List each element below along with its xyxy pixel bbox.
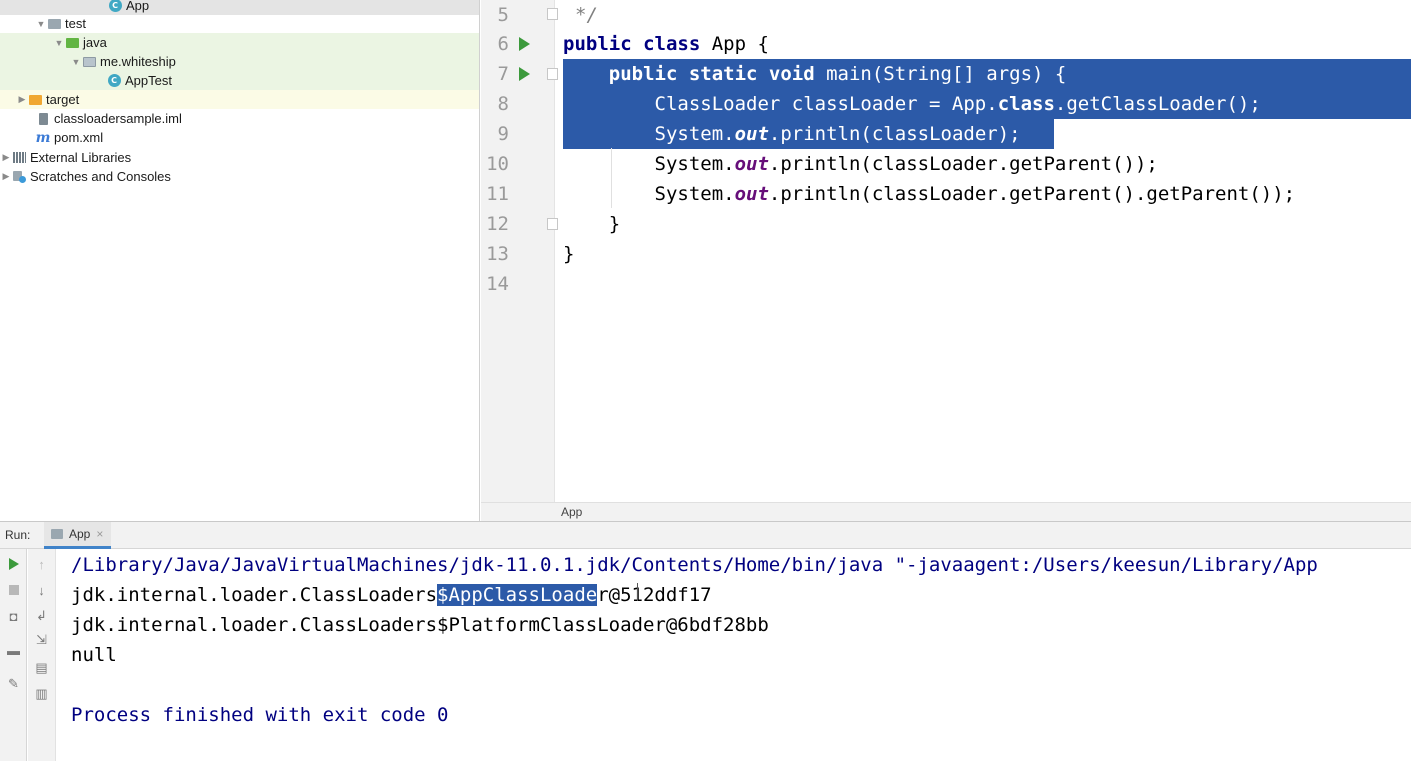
line-number: 12 — [486, 213, 509, 235]
editor-breadcrumb[interactable]: App — [481, 502, 1411, 521]
text-cursor — [637, 583, 639, 601]
trash-icon: ▥ — [35, 686, 48, 701]
console-line: Process finished with exit code 0 — [71, 704, 449, 726]
tree-item-app[interactable]: C App — [0, 0, 479, 15]
chevron-right-icon[interactable]: ▶ — [16, 94, 28, 105]
rerun-button[interactable] — [0, 552, 27, 576]
package-icon — [82, 56, 96, 68]
pin-tab-button[interactable]: ✎ — [0, 672, 27, 696]
iml-file-icon — [36, 112, 50, 125]
line-number: 6 — [497, 33, 509, 55]
line-number: 7 — [497, 63, 509, 85]
scratches-icon — [12, 170, 26, 183]
console-line: jdk.internal.loader.ClassLoaders$Platfor… — [71, 614, 769, 636]
tree-item-me-whiteship[interactable]: ▼ me.whiteship — [0, 52, 479, 71]
console-line: null — [71, 644, 117, 666]
code-line-12: } — [563, 213, 621, 235]
java-class-icon: C — [107, 74, 121, 87]
code-line-5: */ — [575, 4, 598, 26]
run-config-icon — [51, 528, 63, 539]
scroll-to-end-icon: ⇲ — [36, 632, 47, 647]
scroll-down-button[interactable]: ↓ — [28, 578, 55, 602]
fold-marker-icon[interactable] — [547, 8, 558, 20]
code-line-10: System.out.println(classLoader.getParent… — [563, 153, 1158, 175]
console-toolbar: ↑ ↓ ↲ ⇲ ▤ ▥ — [28, 549, 56, 761]
tree-item-pom[interactable]: m pom.xml — [0, 128, 479, 147]
chevron-down-icon[interactable]: ▼ — [35, 19, 47, 29]
stop-button[interactable] — [0, 578, 27, 602]
java-class-icon: C — [108, 0, 122, 12]
stop-icon — [8, 585, 19, 595]
run-tab-app[interactable]: App × — [44, 521, 112, 549]
print-icon: ▤ — [35, 660, 48, 675]
line-number: 14 — [486, 273, 509, 295]
project-tree: C App ▼ test ▼ java ▼ me.whiteship C App… — [0, 0, 480, 521]
line-number: 11 — [486, 183, 509, 205]
print-button[interactable]: ▤ — [28, 656, 55, 680]
chevron-down-icon[interactable]: ▼ — [70, 57, 82, 67]
code-line-6: public class App { — [563, 33, 769, 55]
console-output[interactable]: /Library/Java/JavaVirtualMachines/jdk-11… — [57, 549, 1411, 761]
excluded-folder-icon — [28, 94, 42, 106]
line-number: 13 — [486, 243, 509, 265]
chevron-right-icon[interactable]: ▶ — [0, 152, 12, 163]
tree-item-scratches[interactable]: ▶ Scratches and Consoles — [0, 167, 479, 186]
tree-item-apptest[interactable]: C AppTest — [0, 71, 479, 90]
line-number: 8 — [497, 93, 509, 115]
line-number: 10 — [486, 153, 509, 175]
tree-item-target[interactable]: ▶ target — [0, 90, 479, 109]
run-panel-label: Run: — [5, 528, 31, 542]
console-line: jdk.internal.loader.ClassLoaders$AppClas… — [71, 584, 712, 606]
test-source-folder-icon — [65, 37, 79, 49]
run-toolbar: ◘ ▬ ✎ — [0, 549, 27, 761]
close-icon[interactable]: × — [96, 527, 103, 541]
arrow-down-icon: ↓ — [38, 582, 45, 598]
play-icon — [8, 558, 19, 570]
code-line-9: System.out.println(classLoader); — [563, 123, 1021, 145]
maven-icon: m — [35, 129, 51, 146]
folder-icon — [47, 18, 61, 30]
code-editor[interactable]: 5 6 7 8 9 10 11 12 13 14 */ public class… — [481, 0, 1411, 502]
dump-threads-button[interactable]: ◘ — [0, 604, 27, 628]
scroll-up-button[interactable]: ↑ — [28, 552, 55, 576]
editor-gutter: 5 6 7 8 9 10 11 12 13 14 — [481, 0, 558, 502]
code-line-8: ClassLoader classLoader = App.class.getC… — [563, 93, 1261, 115]
console-line: /Library/Java/JavaVirtualMachines/jdk-11… — [71, 554, 1318, 576]
tree-item-external-libraries[interactable]: ▶ External Libraries — [0, 148, 479, 167]
restore-layout-button[interactable]: ▬ — [0, 638, 27, 662]
chevron-right-icon[interactable]: ▶ — [0, 171, 12, 182]
run-class-icon[interactable] — [519, 37, 530, 51]
tree-item-test[interactable]: ▼ test — [0, 14, 479, 33]
libraries-icon — [12, 152, 26, 164]
line-number: 9 — [497, 123, 509, 145]
soft-wrap-button[interactable]: ↲ — [28, 604, 55, 628]
scroll-to-end-button[interactable]: ⇲ — [28, 628, 55, 652]
code-line-7: public static void main(String[] args) { — [608, 63, 1067, 85]
code-line-13: } — [563, 243, 575, 265]
layout-icon: ▬ — [7, 642, 20, 658]
line-number: 5 — [497, 4, 509, 26]
chevron-down-icon[interactable]: ▼ — [53, 38, 65, 48]
camera-icon: ◘ — [9, 608, 18, 624]
arrow-up-icon: ↑ — [38, 556, 45, 572]
tree-item-java[interactable]: ▼ java — [0, 33, 479, 52]
fold-marker-icon[interactable] — [547, 68, 558, 80]
tree-item-iml[interactable]: classloadersample.iml — [0, 109, 479, 128]
soft-wrap-icon: ↲ — [36, 608, 47, 623]
code-line-11: System.out.println(classLoader.getParent… — [563, 183, 1296, 205]
pin-icon: ✎ — [8, 676, 19, 691]
console-selection: $AppClassLoade — [437, 584, 598, 606]
fold-marker-icon[interactable] — [547, 218, 558, 230]
run-panel-header: Run: App × — [0, 521, 1411, 549]
clear-all-button[interactable]: ▥ — [28, 682, 55, 706]
run-main-icon[interactable] — [519, 67, 530, 81]
